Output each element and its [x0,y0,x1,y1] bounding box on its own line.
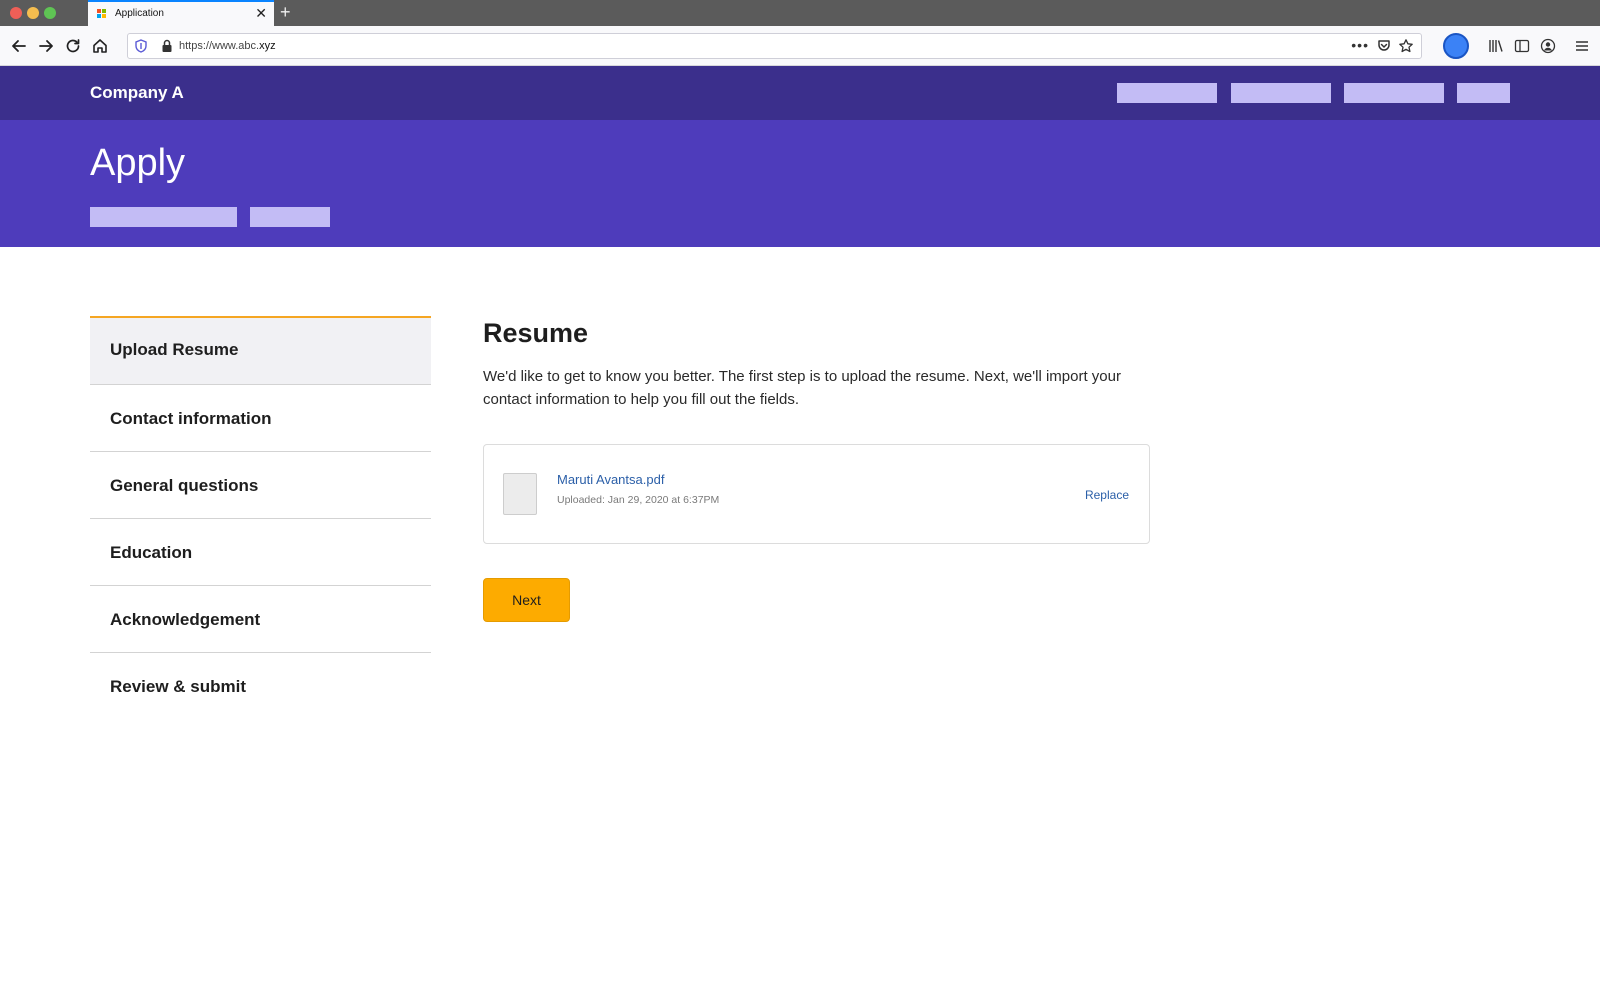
lock-icon[interactable] [161,39,173,58]
star-icon[interactable] [1398,38,1414,59]
application-steps-nav: Upload Resume Contact information Genera… [90,316,431,720]
page-actions-more-icon[interactable]: ••• [1351,37,1369,53]
step-education[interactable]: Education [90,519,431,586]
pocket-icon[interactable] [1377,39,1391,58]
brand-name[interactable]: Company A [90,83,184,103]
nav-link-placeholder[interactable] [1117,83,1217,103]
next-button[interactable]: Next [483,578,570,622]
nav-link-placeholder[interactable] [1344,83,1444,103]
step-label: Acknowledgement [110,610,261,629]
page-title: Apply [90,142,186,184]
forward-arrow-icon[interactable] [36,36,56,56]
url-bar[interactable]: https://www.abc.xyz ••• [127,33,1422,59]
tab-title: Application [115,8,164,19]
nav-link-placeholder[interactable] [1457,83,1510,103]
browser-tab[interactable]: Application ✕ [88,0,274,26]
step-label: General questions [110,476,259,495]
hero-banner: Apply [0,120,1600,247]
tab-close-icon[interactable]: ✕ [255,5,267,21]
url-host-prefix: https://www.abc. [179,40,260,52]
step-general-questions[interactable]: General questions [90,452,431,519]
maximize-window-button[interactable] [44,7,56,19]
breadcrumb-placeholder [90,207,237,227]
browser-tab-bar: Application ✕ + [0,0,1600,26]
step-label: Education [110,543,193,562]
replace-file-link[interactable]: Replace [1085,488,1129,502]
step-acknowledgement[interactable]: Acknowledgement [90,586,431,653]
section-description: We'd like to get to know you better. The… [483,368,1121,408]
home-icon[interactable] [90,36,110,56]
step-label: Review & submit [110,677,247,696]
account-icon[interactable] [1540,38,1556,59]
file-icon [503,473,537,515]
nav-link-placeholder[interactable] [1231,83,1331,103]
breadcrumb-placeholder [250,207,330,227]
uploaded-file-card: Maruti Avantsa.pdf Uploaded: Jan 29, 202… [483,444,1150,544]
back-arrow-icon[interactable] [9,36,29,56]
section-title: Resume [483,318,589,348]
step-review-submit[interactable]: Review & submit [90,653,431,720]
shield-icon[interactable] [134,39,148,58]
file-upload-date: Uploaded: Jan 29, 2020 at 6:37PM [557,494,720,506]
hamburger-menu-icon[interactable] [1575,38,1589,59]
new-tab-button[interactable]: + [280,2,291,22]
library-icon[interactable] [1488,38,1504,59]
site-header: Company A [0,66,1600,120]
browser-toolbar: https://www.abc.xyz ••• [0,26,1600,66]
url-text[interactable]: https://www.abc.xyz [179,40,276,52]
url-host-tld: xyz [259,40,276,52]
file-name-link[interactable]: Maruti Avantsa.pdf [557,472,664,487]
minimize-window-button[interactable] [27,7,39,19]
step-contact-information[interactable]: Contact information [90,385,431,452]
step-upload-resume[interactable]: Upload Resume [90,316,431,385]
step-label: Upload Resume [110,340,239,359]
reload-icon[interactable] [63,36,83,56]
close-window-button[interactable] [10,7,22,19]
step-label: Contact information [110,409,272,428]
profile-avatar[interactable] [1443,33,1469,59]
resume-section: Resume We'd like to get to know you bett… [483,316,1153,622]
favicon-icon [97,9,107,19]
sidebar-icon[interactable] [1514,38,1530,59]
